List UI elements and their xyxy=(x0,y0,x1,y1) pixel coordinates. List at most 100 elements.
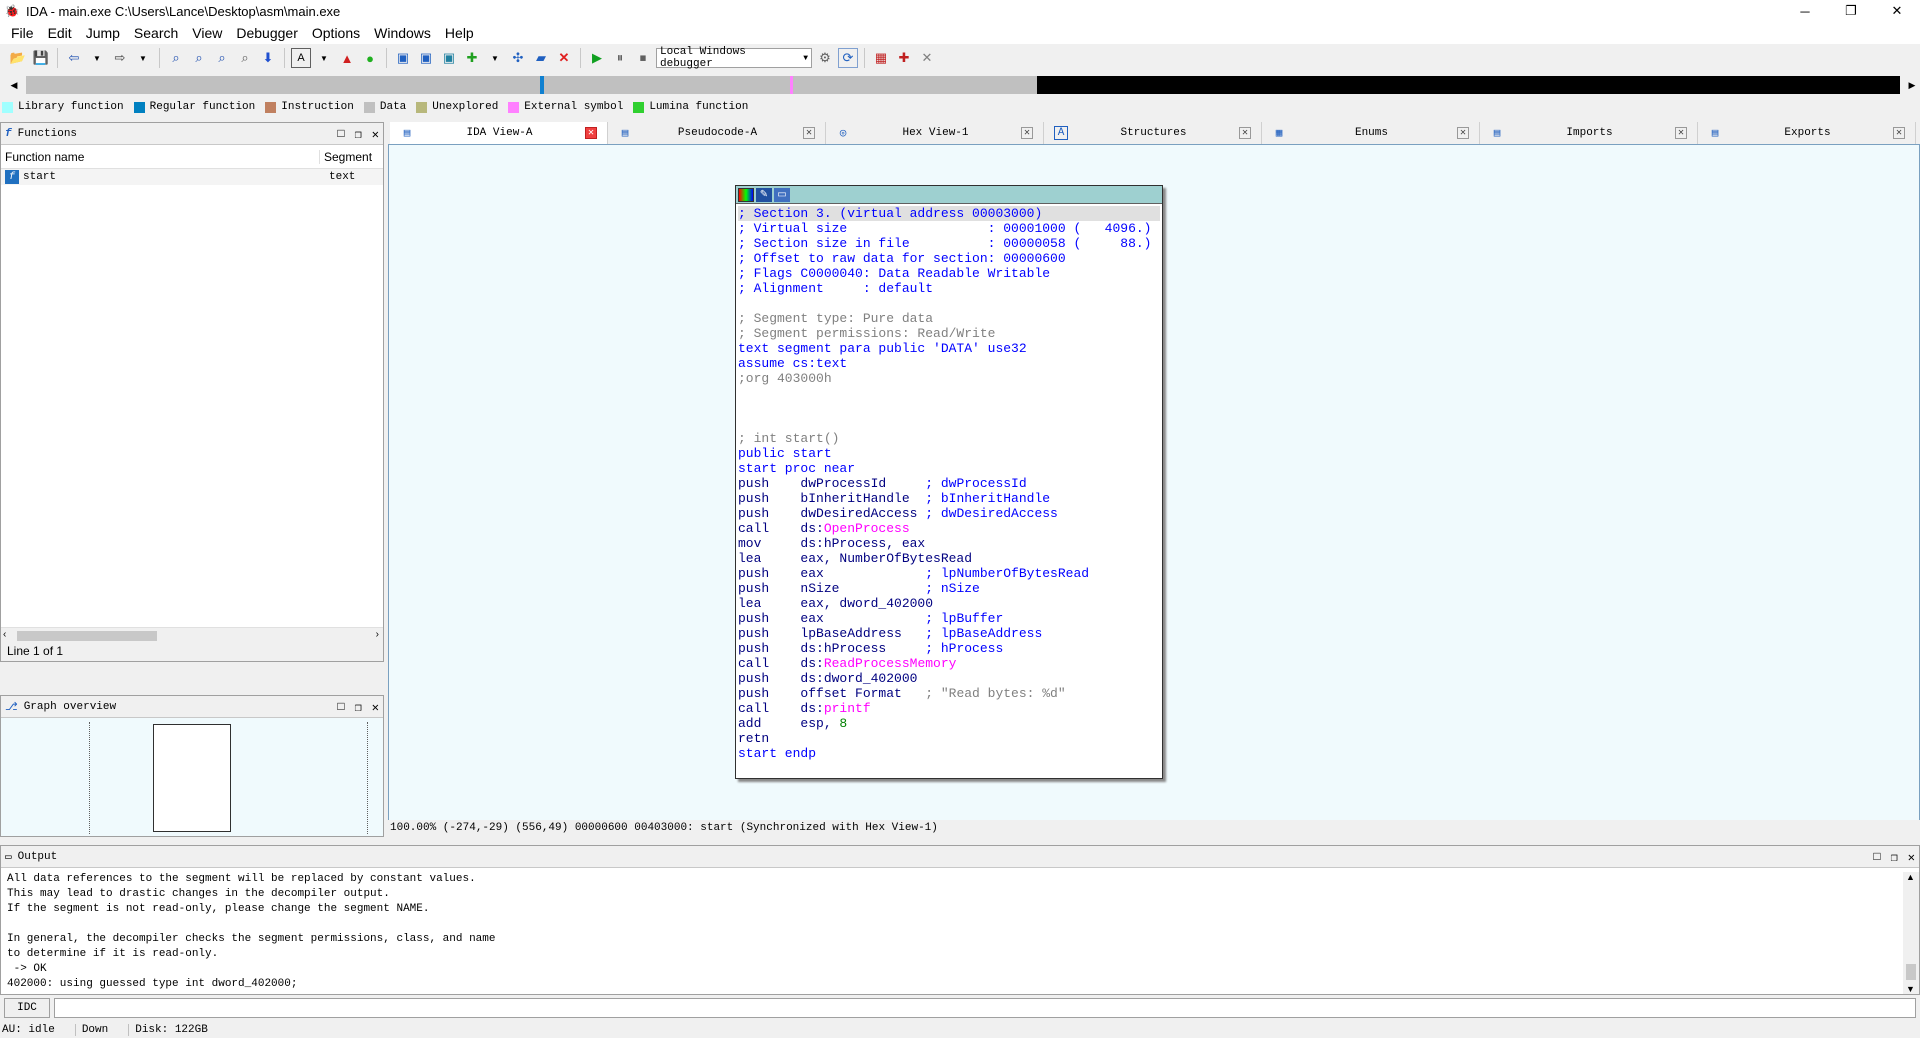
menu-view[interactable]: View xyxy=(185,25,229,41)
pane-maximize-icon[interactable]: □ xyxy=(337,127,344,141)
scroll-up-icon[interactable]: ▲ xyxy=(1906,872,1915,882)
close-icon[interactable]: ✕ xyxy=(585,127,597,139)
close-icon[interactable]: ✕ xyxy=(803,127,815,139)
minimize-button[interactable]: ─ xyxy=(1782,0,1828,22)
asm-line[interactable]: lea eax, dword_402000 xyxy=(738,596,1160,611)
graph-node[interactable]: ✎ ▭ ; Section 3. (virtual address 000030… xyxy=(735,185,1163,779)
idc-language-button[interactable]: IDC xyxy=(4,998,50,1018)
scrollbar-thumb[interactable] xyxy=(1906,964,1916,980)
add-breakpoint-icon[interactable]: ✚ xyxy=(894,48,914,68)
sync-icon[interactable]: ⟳ xyxy=(838,48,858,68)
asm-line[interactable]: push nSize ; nSize xyxy=(738,581,1160,596)
menu-options[interactable]: Options xyxy=(305,25,367,41)
menu-debugger[interactable]: Debugger xyxy=(229,25,305,41)
make-string-icon[interactable]: ▣ xyxy=(439,48,459,68)
undefine-icon[interactable]: ✕ xyxy=(554,48,574,68)
asm-line[interactable]: push dwDesiredAccess ; dwDesiredAccess xyxy=(738,506,1160,521)
open-icon[interactable]: 📂 xyxy=(8,48,28,68)
asm-line[interactable]: start proc near xyxy=(738,461,1160,476)
node-group-icon[interactable]: ▭ xyxy=(774,187,790,202)
nav-right-arrow-icon[interactable]: ▶ xyxy=(1906,76,1918,94)
tab-ida-view-a[interactable]: ▤ IDA View-A ✕ xyxy=(390,122,608,144)
asm-line[interactable]: add esp, 8 xyxy=(738,716,1160,731)
text-search-icon[interactable]: ⌕ xyxy=(189,48,209,68)
breakpoints-icon[interactable]: ▦ xyxy=(871,48,891,68)
binary-search-icon[interactable]: ⌕ xyxy=(166,48,186,68)
asm-line[interactable]: call ds:ReadProcessMemory xyxy=(738,656,1160,671)
asm-line[interactable]: ; Segment permissions: Read/Write xyxy=(738,326,1160,341)
tab-pseudocode-a[interactable]: ▤ Pseudocode-A ✕ xyxy=(608,122,826,144)
menu-help[interactable]: Help xyxy=(438,25,481,41)
navigation-strip[interactable] xyxy=(26,76,1900,94)
asm-line[interactable] xyxy=(738,386,1160,401)
dropdown-icon[interactable]: ▼ xyxy=(87,48,107,68)
make-struct-icon[interactable]: ✣ xyxy=(508,48,528,68)
asm-line[interactable]: text segment para public 'DATA' use32 xyxy=(738,341,1160,356)
asm-line[interactable]: ; Flags C0000040: Data Readable Writable xyxy=(738,266,1160,281)
close-icon[interactable]: ✕ xyxy=(1675,127,1687,139)
dropdown-icon[interactable]: ▼ xyxy=(485,48,505,68)
pane-maximize-icon[interactable]: □ xyxy=(337,700,344,714)
asm-line[interactable]: call ds:OpenProcess xyxy=(738,521,1160,536)
pane-close-icon[interactable]: ✕ xyxy=(372,127,379,142)
asm-line[interactable]: push ds:hProcess ; hProcess xyxy=(738,641,1160,656)
asm-line[interactable]: start endp xyxy=(738,746,1160,761)
nav-left-arrow-icon[interactable]: ◀ xyxy=(8,76,20,94)
ida-view-graph[interactable]: ✎ ▭ ; Section 3. (virtual address 000030… xyxy=(388,144,1920,836)
asm-line[interactable] xyxy=(738,401,1160,416)
asm-line[interactable] xyxy=(738,296,1160,311)
pane-close-icon[interactable]: ✕ xyxy=(372,700,379,715)
dropdown-icon[interactable]: ▼ xyxy=(133,48,153,68)
asm-line[interactable]: push lpBaseAddress ; lpBaseAddress xyxy=(738,626,1160,641)
asm-line[interactable]: ; Section 3. (virtual address 00003000) xyxy=(738,206,1160,221)
tab-structures[interactable]: A Structures ✕ xyxy=(1044,122,1262,144)
scrollbar-thumb[interactable] xyxy=(17,631,157,641)
menu-file[interactable]: File xyxy=(4,25,41,41)
asm-line[interactable]: ; Virtual size : 00001000 ( 4096.) xyxy=(738,221,1160,236)
asm-line[interactable]: push eax ; lpBuffer xyxy=(738,611,1160,626)
search-immediate-icon[interactable]: ⌕ xyxy=(235,48,255,68)
asm-line[interactable]: public start xyxy=(738,446,1160,461)
pane-float-icon[interactable]: ❐ xyxy=(355,700,362,715)
graph-toggle-icon[interactable]: ▲ xyxy=(337,48,357,68)
jump-down-icon[interactable]: ⬇ xyxy=(258,48,278,68)
overview-node[interactable] xyxy=(153,724,231,832)
asm-line[interactable]: ; Section size in file : 00000058 ( 88.) xyxy=(738,236,1160,251)
make-array-icon[interactable]: ✚ xyxy=(462,48,482,68)
forward-icon[interactable]: ⇨ xyxy=(110,48,130,68)
asm-line[interactable]: retn xyxy=(738,731,1160,746)
asm-line[interactable]: mov ds:hProcess, eax xyxy=(738,536,1160,551)
menu-edit[interactable]: Edit xyxy=(41,25,79,41)
make-data-icon[interactable]: ▣ xyxy=(416,48,436,68)
pane-float-icon[interactable]: ❐ xyxy=(1891,850,1898,865)
tab-imports[interactable]: ▤ Imports ✕ xyxy=(1480,122,1698,144)
asm-line[interactable]: push offset Format ; "Read bytes: %d" xyxy=(738,686,1160,701)
column-segment[interactable]: Segment xyxy=(319,149,372,164)
menu-jump[interactable]: Jump xyxy=(79,25,127,41)
asm-line[interactable]: push bInheritHandle ; bInheritHandle xyxy=(738,491,1160,506)
pause-icon[interactable]: ⏸ xyxy=(610,48,630,68)
run-icon[interactable]: ▶ xyxy=(587,48,607,68)
command-input[interactable] xyxy=(54,998,1916,1018)
asm-line[interactable]: lea eax, NumberOfBytesRead xyxy=(738,551,1160,566)
menu-search[interactable]: Search xyxy=(127,25,185,41)
search-next-icon[interactable]: ⌕ xyxy=(212,48,232,68)
green-circle-icon[interactable]: ● xyxy=(360,48,380,68)
close-icon[interactable]: ✕ xyxy=(1457,127,1469,139)
pane-close-icon[interactable]: ✕ xyxy=(1908,850,1915,865)
asm-line[interactable]: call ds:printf xyxy=(738,701,1160,716)
dropdown-icon[interactable]: ▼ xyxy=(314,48,334,68)
close-icon[interactable]: ✕ xyxy=(1021,127,1033,139)
asm-line[interactable] xyxy=(738,416,1160,431)
asm-line[interactable]: ; Segment type: Pure data xyxy=(738,311,1160,326)
scroll-right-icon[interactable]: › xyxy=(376,629,379,640)
asm-line[interactable]: push ds:dword_402000 xyxy=(738,671,1160,686)
close-icon[interactable]: ✕ xyxy=(1239,127,1251,139)
node-rename-icon[interactable]: ✎ xyxy=(756,187,772,202)
graph-overview-canvas[interactable] xyxy=(1,718,383,836)
back-icon[interactable]: ⇦ xyxy=(64,48,84,68)
pane-float-icon[interactable]: ❐ xyxy=(355,127,362,142)
save-icon[interactable]: 💾 xyxy=(31,48,51,68)
node-color-icon[interactable] xyxy=(738,187,754,202)
debugger-select[interactable]: Local Windows debugger ▼ xyxy=(656,46,812,70)
